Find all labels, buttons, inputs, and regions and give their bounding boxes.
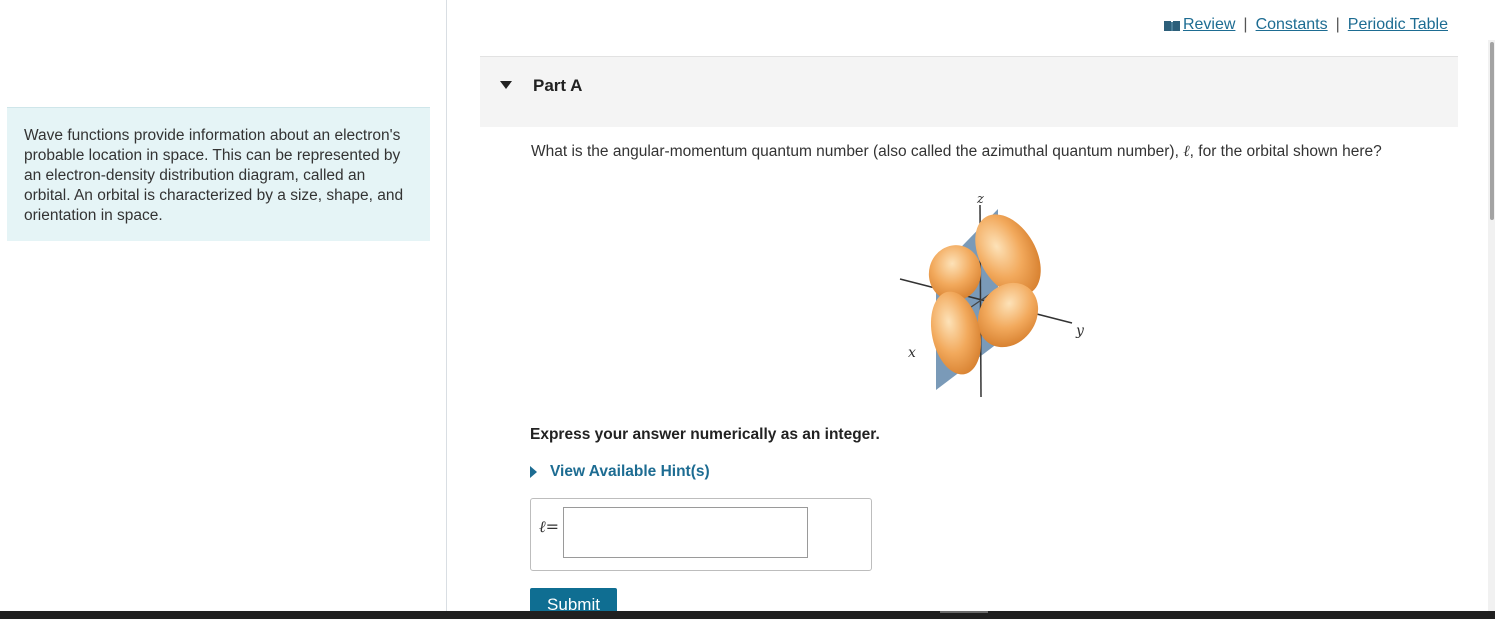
intro-panel: Wave functions provide information about…	[7, 107, 430, 241]
answer-box: ℓ=	[530, 498, 872, 571]
part-header[interactable]: Part A	[480, 57, 1458, 127]
taskbar	[0, 611, 1495, 619]
link-separator: |	[1335, 16, 1340, 33]
y-axis-label: y	[1075, 323, 1085, 339]
review-link[interactable]: Review	[1183, 16, 1235, 34]
answer-label: ℓ=	[539, 517, 560, 536]
expand-caret-icon	[530, 466, 537, 478]
taskbar-indicator	[940, 611, 988, 613]
question-text: What is the angular-momentum quantum num…	[531, 142, 1382, 161]
orbital-diagram: z x y	[899, 192, 1085, 398]
question-suffix: , for the orbital shown here?	[1189, 143, 1382, 160]
scrollbar-thumb[interactable]	[1490, 42, 1494, 220]
periodic-table-link[interactable]: Periodic Table	[1348, 16, 1448, 34]
top-links: Review | Constants | Periodic Table	[1163, 16, 1448, 34]
link-separator: |	[1243, 16, 1248, 33]
intro-text: Wave functions provide information about…	[24, 127, 404, 224]
answer-input[interactable]	[563, 507, 808, 558]
question-prefix: What is the angular-momentum quantum num…	[531, 143, 1184, 160]
collapse-caret-icon[interactable]	[500, 81, 512, 89]
column-divider	[446, 0, 447, 612]
view-hints-link[interactable]: View Available Hint(s)	[530, 463, 710, 481]
hint-label: View Available Hint(s)	[550, 463, 710, 480]
z-axis-label: z	[976, 192, 984, 207]
book-icon	[1163, 21, 1180, 31]
part-title: Part A	[533, 76, 583, 95]
answer-instruction: Express your answer numerically as an in…	[530, 426, 880, 443]
constants-link[interactable]: Constants	[1256, 16, 1328, 34]
x-axis-label: x	[908, 345, 916, 361]
